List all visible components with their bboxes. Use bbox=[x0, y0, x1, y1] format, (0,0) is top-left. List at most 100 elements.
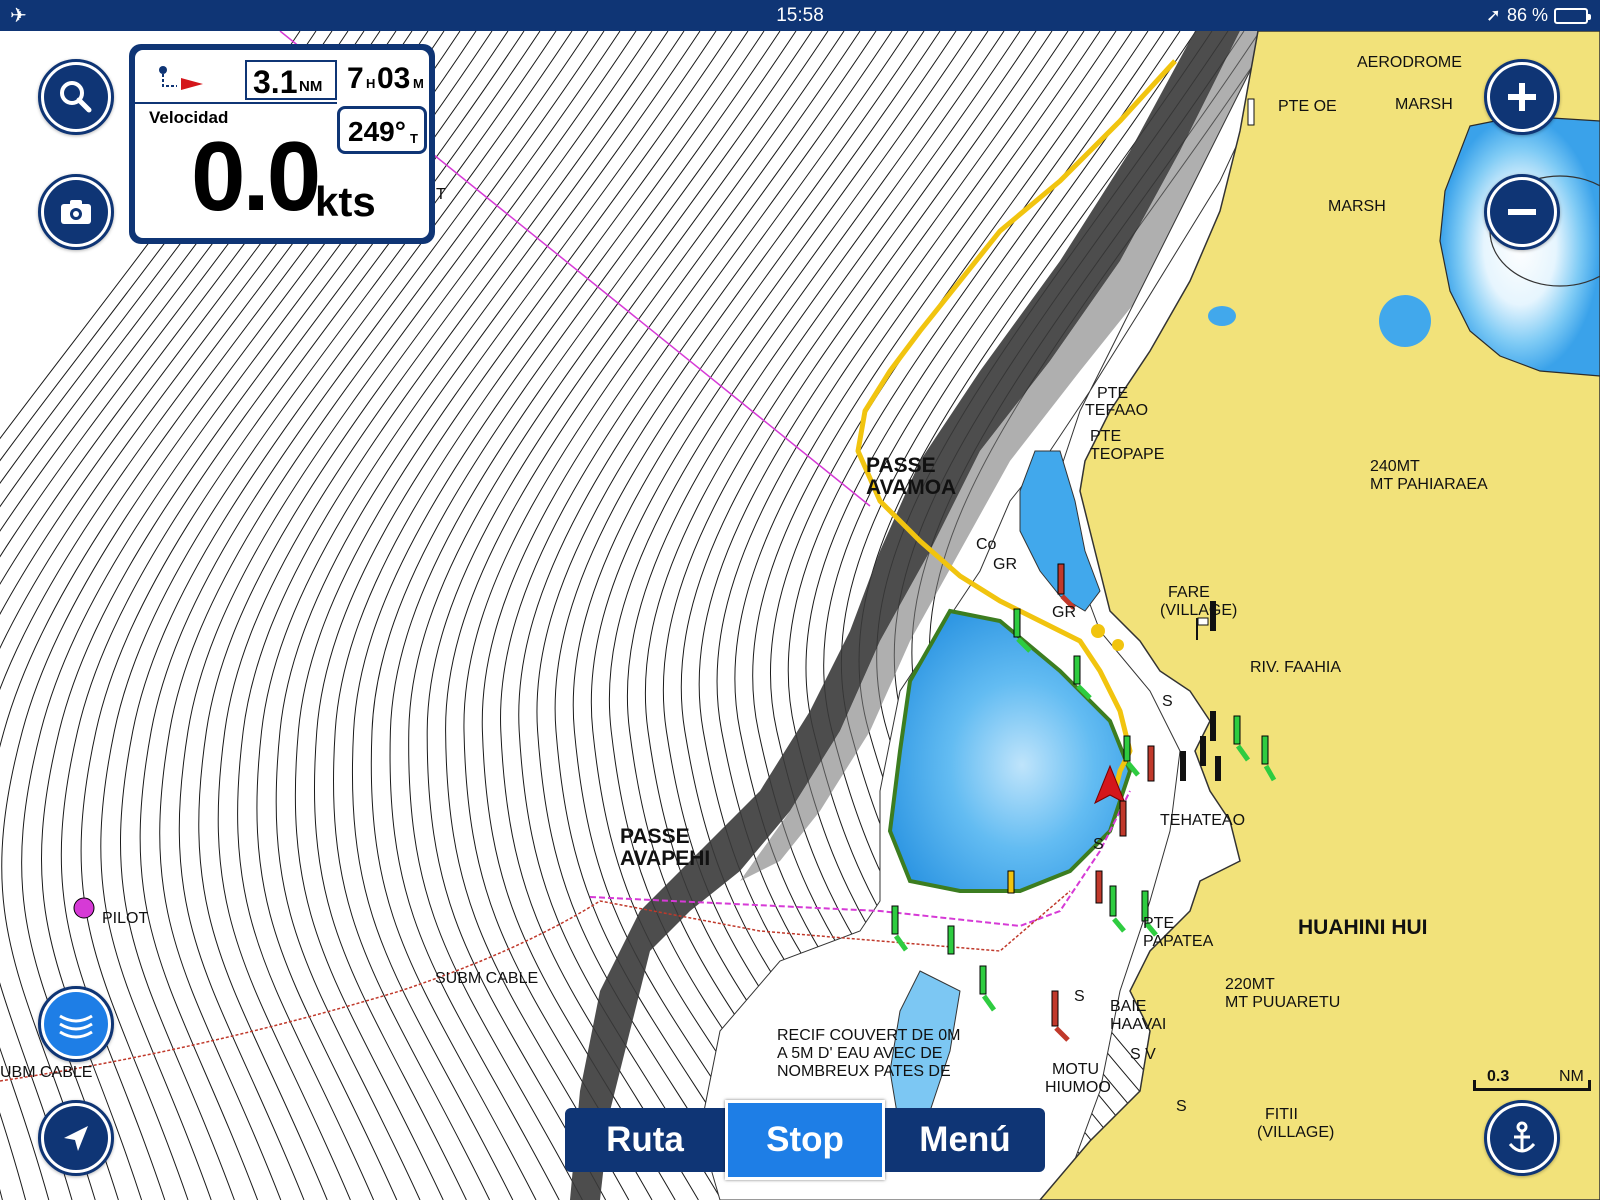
status-right: ➚ 86 % bbox=[1485, 5, 1591, 26]
location-arrow-icon bbox=[44, 1106, 108, 1170]
speed-value: 0.0 bbox=[191, 121, 321, 231]
label-aerodrome: AERODROME bbox=[1357, 54, 1462, 71]
pond-1 bbox=[1379, 295, 1431, 347]
search-button[interactable] bbox=[38, 59, 114, 135]
label-pte-oe: PTE OE bbox=[1278, 98, 1337, 115]
label-fare: FARE bbox=[1168, 584, 1210, 601]
label-huahini-hui: HUAHINI HUI bbox=[1298, 916, 1428, 939]
eta-readout: 7 H 03 M bbox=[341, 60, 427, 100]
label-marsh: MARSH bbox=[1395, 96, 1453, 113]
label-mt-puuaretu: MT PUUARETU bbox=[1225, 994, 1340, 1011]
locate-button[interactable] bbox=[38, 1100, 114, 1176]
beacon-green bbox=[947, 925, 955, 955]
label-pte-tefaao: PTE bbox=[1097, 385, 1128, 402]
eta-minutes: 03 bbox=[377, 62, 411, 95]
eta-hours: 7 bbox=[347, 62, 364, 95]
label-sounding-s: S bbox=[1176, 1098, 1187, 1115]
label-baie-haavai: HAAVAI bbox=[1110, 1016, 1166, 1033]
label-baie-haavai: BAIE bbox=[1110, 998, 1146, 1015]
search-icon bbox=[44, 65, 108, 129]
track-point bbox=[1112, 639, 1124, 651]
scale-line bbox=[1473, 1088, 1591, 1091]
menu-button[interactable]: Menú bbox=[885, 1108, 1045, 1172]
beacon-yellow bbox=[1007, 870, 1015, 894]
heading-readout: 249° T bbox=[337, 106, 427, 154]
scale-value: 0.3 bbox=[1487, 1068, 1510, 1085]
pond-2 bbox=[1208, 306, 1236, 326]
label-pte-papatea: PAPATEA bbox=[1143, 933, 1214, 950]
label-mt-pahiaraea: MT PAHIARAEA bbox=[1370, 476, 1488, 493]
beacon-red bbox=[1147, 745, 1155, 782]
heading-unit: T bbox=[410, 131, 418, 146]
anchor-icon bbox=[1490, 1106, 1554, 1170]
label-passe-avapehi: PASSE bbox=[620, 825, 690, 848]
bottom-toolbar: Ruta Stop Menú bbox=[565, 1100, 1045, 1180]
label-fare: (VILLAGE) bbox=[1160, 602, 1237, 619]
scale-tick bbox=[1588, 1080, 1591, 1091]
label-riv-faahia: RIV. FAAHIA bbox=[1250, 659, 1341, 676]
track-point bbox=[1091, 624, 1105, 638]
navigation-info-panel: 3.1 NM 7 H 03 M 249° T Velocidad 0.0 kts bbox=[129, 44, 435, 244]
lighthouse-icon bbox=[1247, 98, 1255, 126]
label-gr: GR bbox=[1052, 604, 1076, 621]
scale-bar: 0.3 NM bbox=[1473, 1066, 1591, 1096]
sonar-icon bbox=[44, 992, 108, 1056]
label-pte-teopape: PTE bbox=[1090, 428, 1121, 445]
label-motu-hiumoo: MOTU bbox=[1052, 1061, 1099, 1078]
label-pte-tefaao: TEFAAO bbox=[1085, 402, 1148, 419]
minus-icon bbox=[1490, 180, 1554, 244]
distance-readout: 3.1 NM bbox=[245, 60, 337, 100]
scale-tick bbox=[1473, 1080, 1476, 1091]
label-sounding-s: S bbox=[1093, 836, 1104, 853]
label-sounding-s: S bbox=[1162, 693, 1173, 710]
label-sv: S V bbox=[1130, 1046, 1156, 1063]
speed-unit: kts bbox=[315, 178, 376, 225]
status-time: 15:58 bbox=[776, 5, 824, 26]
eta-minutes-unit: M bbox=[413, 76, 424, 91]
beacon-black bbox=[1180, 751, 1186, 781]
camera-button[interactable] bbox=[38, 174, 114, 250]
plus-icon bbox=[1490, 65, 1554, 129]
label-recif: NOMBREUX PATES DE bbox=[777, 1063, 951, 1080]
zoom-in-button[interactable] bbox=[1484, 59, 1560, 135]
label-recif: RECIF COUVERT DE 0M bbox=[777, 1027, 960, 1044]
label-subm-cable: UBM CABLE bbox=[0, 1064, 92, 1081]
navigation-info-body: 3.1 NM 7 H 03 M 249° T Velocidad 0.0 kts bbox=[135, 50, 429, 238]
route-button[interactable]: Ruta bbox=[565, 1108, 725, 1172]
label-pte-teopape: TEOPAPE bbox=[1090, 446, 1164, 463]
pilot-icon bbox=[73, 897, 95, 919]
scale-unit: NM bbox=[1559, 1068, 1584, 1085]
label-passe-avamoa: AVAMOA bbox=[866, 476, 956, 499]
label-tehateao: TEHATEAO bbox=[1160, 812, 1245, 829]
camera-icon bbox=[44, 180, 108, 244]
distance-value: 3.1 bbox=[253, 64, 298, 100]
label-subm-cable: SUBM CABLE bbox=[435, 970, 538, 987]
beacon-red bbox=[1119, 800, 1127, 837]
location-services-icon: ➚ bbox=[1485, 5, 1501, 25]
label-mt-puuaretu: 220MT bbox=[1225, 976, 1275, 993]
beacon-black bbox=[1200, 736, 1206, 766]
label-marsh: MARSH bbox=[1328, 198, 1386, 215]
label-fitii: FITII bbox=[1265, 1106, 1298, 1123]
anchor-alarm-button[interactable] bbox=[1484, 1100, 1560, 1176]
sonar-button[interactable] bbox=[38, 986, 114, 1062]
label-pilot: PILOT bbox=[102, 910, 148, 927]
route-icon bbox=[159, 66, 203, 90]
label-motu-hiumoo: HIUMOO bbox=[1045, 1079, 1111, 1096]
beacon-black bbox=[1210, 711, 1216, 741]
status-bar: ✈ 15:58 ➚ 86 % bbox=[0, 0, 1600, 31]
stop-button[interactable]: Stop bbox=[725, 1100, 885, 1180]
label-passe-avapehi: AVAPEHI bbox=[620, 847, 710, 870]
label-recif: A 5M D' EAU AVEC DE bbox=[777, 1045, 942, 1062]
label-mt-pahiaraea: 240MT bbox=[1370, 458, 1420, 475]
beacon-black bbox=[1215, 756, 1221, 781]
distance-unit: NM bbox=[299, 78, 323, 95]
label-fitii: (VILLAGE) bbox=[1257, 1124, 1334, 1141]
heading-value: 249° bbox=[348, 116, 406, 147]
battery-percent: 86 % bbox=[1506, 5, 1548, 25]
label-t: T bbox=[436, 186, 446, 203]
zoom-out-button[interactable] bbox=[1484, 174, 1560, 250]
label-sounding-s: S bbox=[1074, 988, 1085, 1005]
beacon-red bbox=[1095, 870, 1103, 904]
label-co: Co bbox=[976, 536, 997, 553]
